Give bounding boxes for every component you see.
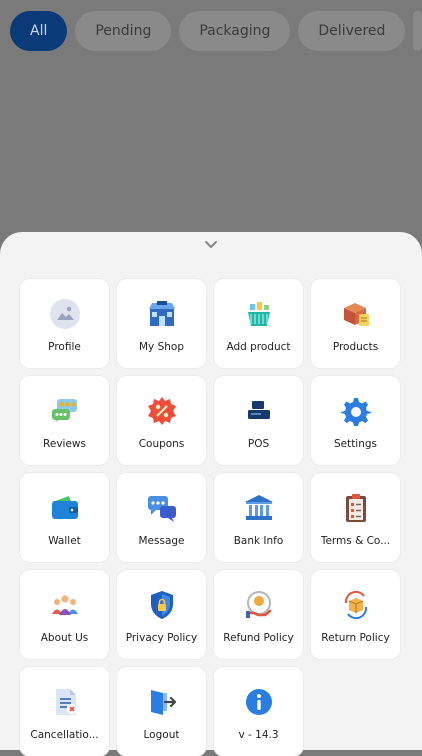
menu-item-label: Refund Policy [223, 632, 294, 644]
shield-icon [145, 588, 179, 622]
order-status-tabs: All Pending Packaging Delivered [10, 10, 422, 52]
message-icon [145, 491, 179, 525]
bank-icon [242, 491, 276, 525]
gear-icon [339, 394, 373, 428]
menu-item-cancellation[interactable]: Cancellatio... [20, 667, 109, 756]
version-label: v - 14.3 [238, 729, 279, 741]
menu-item-label: Terms & Co... [320, 535, 391, 547]
wallet-icon [48, 491, 82, 525]
cancellation-document-icon [48, 685, 82, 719]
menu-item-add-product[interactable]: Add product [214, 279, 303, 368]
menu-item-version: v - 14.3 [214, 667, 303, 756]
reviews-icon [48, 394, 82, 428]
tab-more-partial[interactable] [413, 11, 422, 51]
menu-item-label: My Shop [138, 341, 185, 353]
menu-item-label: Coupons [138, 438, 185, 450]
menu-grid: Profile My Shop Add product Products Rev [20, 279, 402, 756]
menu-item-profile[interactable]: Profile [20, 279, 109, 368]
menu-bottom-sheet: Profile My Shop Add product Products Rev [0, 232, 422, 756]
menu-item-privacy-policy[interactable]: Privacy Policy [117, 570, 206, 659]
menu-item-bank-info[interactable]: Bank Info [214, 473, 303, 562]
info-icon [242, 685, 276, 719]
menu-item-about-us[interactable]: About Us [20, 570, 109, 659]
menu-item-message[interactable]: Message [117, 473, 206, 562]
tab-pending[interactable]: Pending [75, 11, 172, 51]
menu-item-label: Wallet [48, 535, 81, 547]
menu-item-coupons[interactable]: Coupons [117, 376, 206, 465]
menu-item-refund-policy[interactable]: Refund Policy [214, 570, 303, 659]
coupon-icon [145, 394, 179, 428]
shop-icon [145, 297, 179, 331]
menu-item-return-policy[interactable]: Return Policy [311, 570, 400, 659]
profile-image-icon [48, 297, 82, 331]
chevron-down-icon[interactable] [203, 238, 219, 250]
menu-item-label: Privacy Policy [125, 632, 198, 644]
products-box-icon [339, 297, 373, 331]
menu-item-label: POS [247, 438, 270, 450]
menu-item-terms[interactable]: Terms & Co... [311, 473, 400, 562]
menu-item-label: Bank Info [233, 535, 284, 547]
logout-icon [145, 685, 179, 719]
menu-item-label: Cancellatio... [30, 729, 99, 741]
menu-item-settings[interactable]: Settings [311, 376, 400, 465]
menu-item-label: Logout [143, 729, 180, 741]
refund-icon [242, 588, 276, 622]
menu-item-logout[interactable]: Logout [117, 667, 206, 756]
menu-item-label: Profile [48, 341, 81, 353]
add-product-icon [242, 297, 276, 331]
menu-item-label: Products [332, 341, 379, 353]
menu-item-label: Add product [226, 341, 291, 353]
return-box-icon [339, 588, 373, 622]
tab-delivered[interactable]: Delivered [298, 11, 406, 51]
terms-clipboard-icon [339, 491, 373, 525]
tab-all[interactable]: All [10, 11, 68, 51]
menu-item-label: Message [138, 535, 185, 547]
tab-packaging[interactable]: Packaging [179, 11, 291, 51]
menu-item-products[interactable]: Products [311, 279, 400, 368]
menu-item-my-shop[interactable]: My Shop [117, 279, 206, 368]
menu-item-pos[interactable]: POS [214, 376, 303, 465]
about-us-people-icon [48, 588, 82, 622]
menu-item-reviews[interactable]: Reviews [20, 376, 109, 465]
pos-icon [242, 394, 276, 428]
menu-item-label: Return Policy [321, 632, 390, 644]
menu-item-label: Settings [333, 438, 378, 450]
menu-item-label: Reviews [43, 438, 86, 450]
menu-item-wallet[interactable]: Wallet [20, 473, 109, 562]
menu-item-label: About Us [40, 632, 89, 644]
